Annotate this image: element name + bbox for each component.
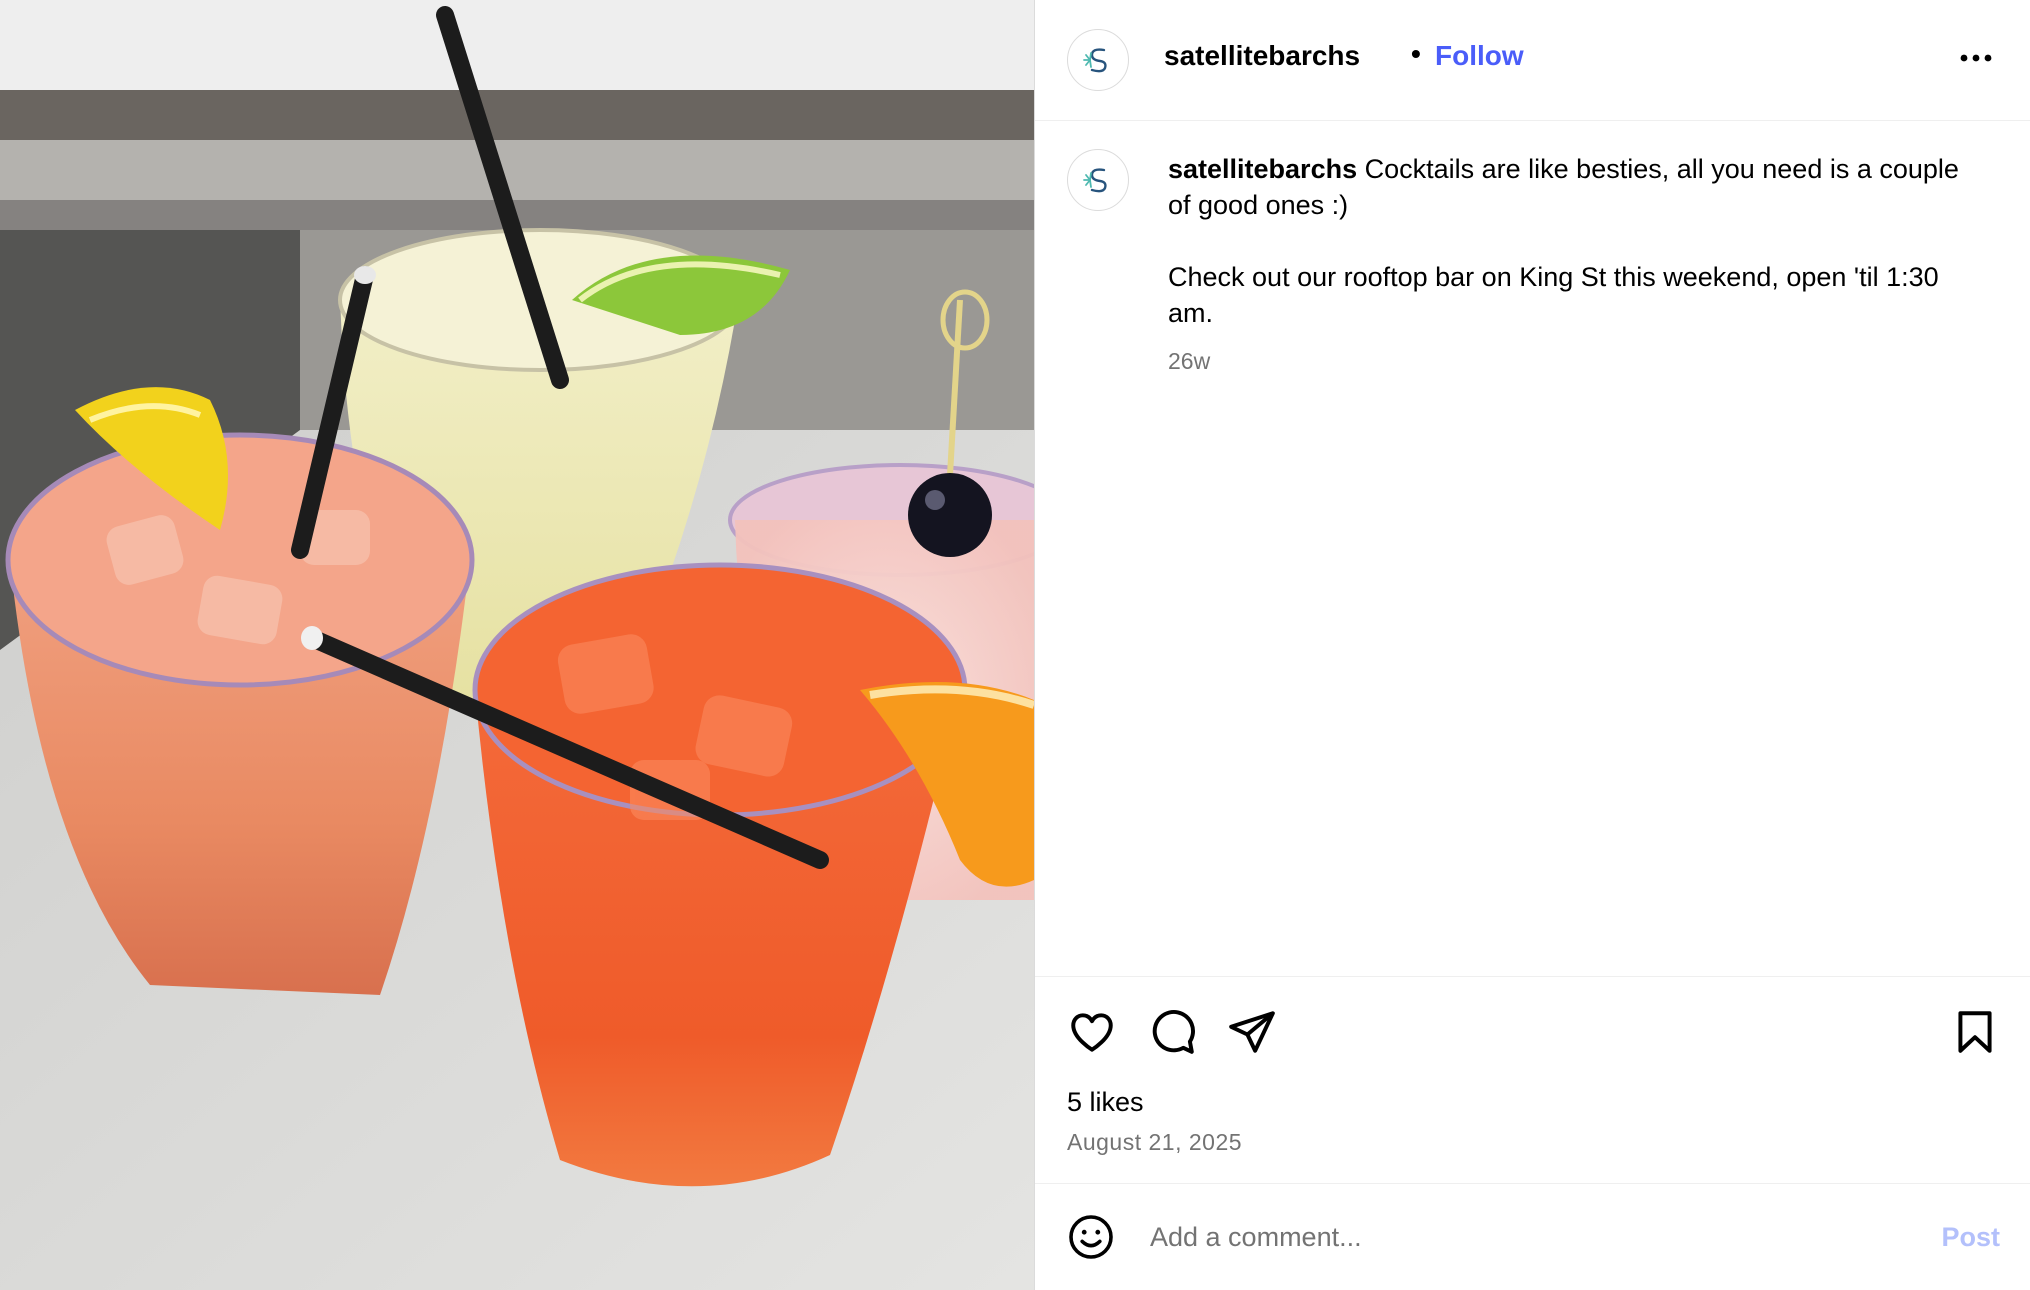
share-button[interactable] — [1227, 1007, 1277, 1062]
cocktails-photo — [0, 0, 1034, 1290]
logo-icon — [1083, 48, 1107, 73]
post-header: satellitebarchs • Follow — [1035, 0, 2030, 121]
post-actions: 5 likes August 21, 2025 — [1035, 976, 2030, 1184]
comment-bar: Post — [1035, 1184, 2030, 1290]
post-side-panel: satellitebarchs • Follow satellitebarchs… — [1034, 0, 2030, 1290]
paper-plane-icon — [1229, 1011, 1275, 1053]
more-options-icon — [1960, 54, 1992, 62]
caption-time-ago[interactable]: 26w — [1168, 348, 1210, 375]
comment-button[interactable] — [1147, 1007, 1197, 1062]
author-username[interactable]: satellitebarchs — [1164, 40, 1360, 72]
heart-icon — [1071, 1013, 1113, 1052]
comment-input[interactable] — [1148, 1214, 1852, 1260]
caption-avatar[interactable] — [1067, 149, 1129, 211]
separator-dot: • — [1411, 38, 1421, 69]
more-options-button[interactable] — [1956, 38, 1996, 78]
bookmark-icon — [1958, 1011, 1992, 1053]
caption-text: satellitebarchs Cocktails are like besti… — [1168, 151, 1968, 331]
author-avatar[interactable] — [1067, 29, 1129, 91]
emoji-button[interactable] — [1067, 1213, 1115, 1266]
likes-count[interactable]: 5 likes — [1067, 1087, 1144, 1118]
post-window: satellitebarchs • Follow satellitebarchs… — [0, 0, 2030, 1290]
logo-icon — [1083, 168, 1107, 193]
like-button[interactable] — [1067, 1007, 1117, 1062]
follow-button[interactable]: Follow — [1435, 40, 1524, 72]
caption-username[interactable]: satellitebarchs — [1168, 154, 1357, 184]
post-date[interactable]: August 21, 2025 — [1067, 1129, 1242, 1156]
smiley-icon — [1069, 1215, 1113, 1259]
post-photo[interactable] — [0, 0, 1034, 1290]
save-button[interactable] — [1950, 1007, 2000, 1062]
caption-body-second-paragraph: Check out our rooftop bar on King St thi… — [1168, 262, 1939, 328]
post-comment-button[interactable]: Post — [1941, 1222, 2000, 1253]
comment-bubble-icon — [1152, 1010, 1195, 1054]
